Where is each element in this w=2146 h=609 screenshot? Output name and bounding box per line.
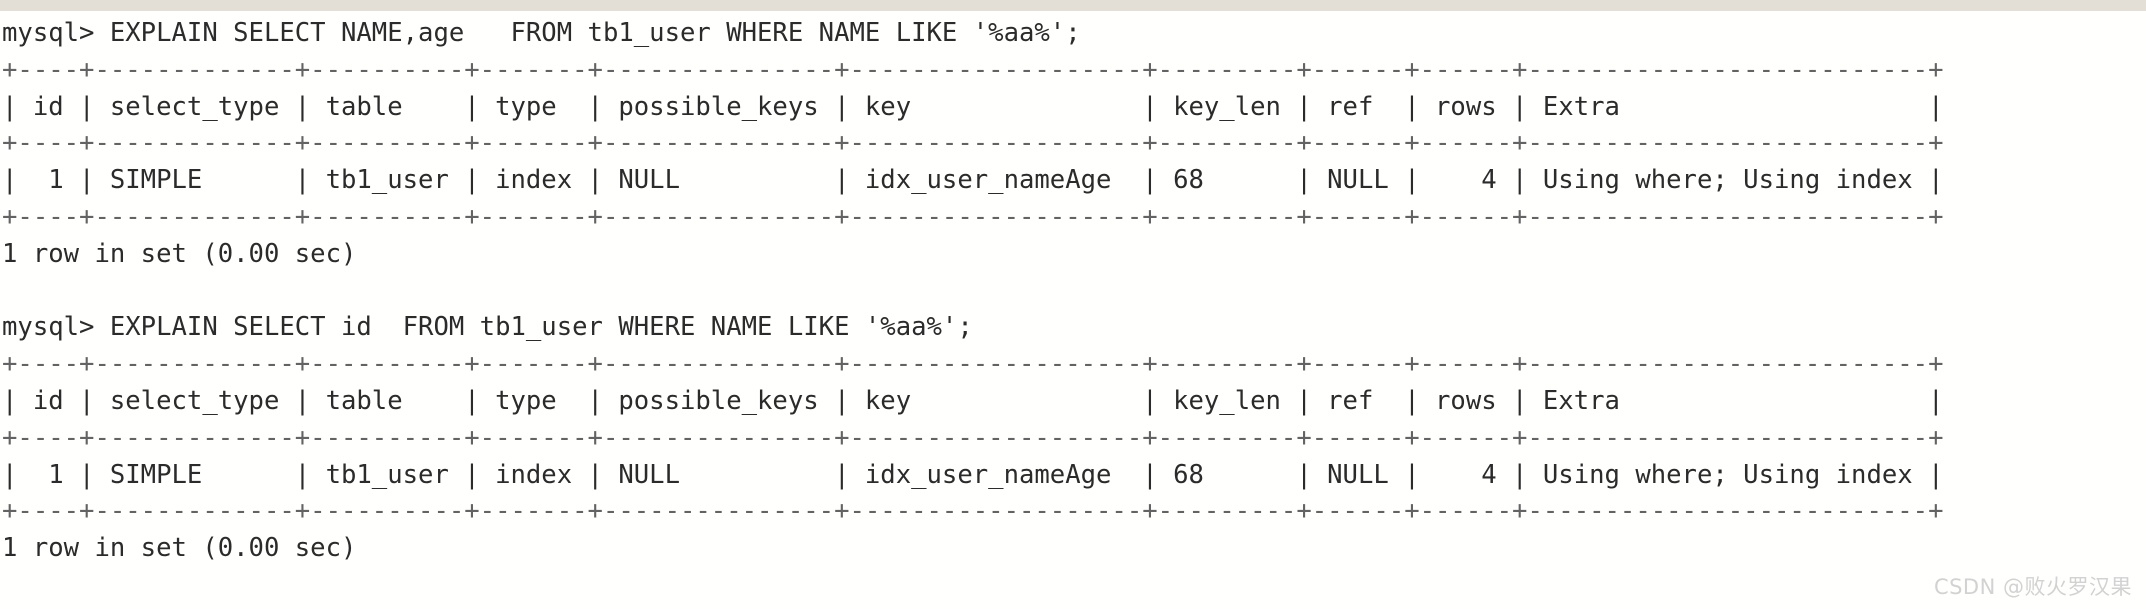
csdn-watermark: CSDN @败火罗汉果 bbox=[1933, 575, 2132, 599]
table-header-row: | id | select_type | table | type | poss… bbox=[2, 91, 1944, 122]
terminal-screenshot: mysql> EXPLAIN SELECT NAME,age FROM tb1_… bbox=[0, 0, 2146, 609]
table-bottom-rule: +----+-------------+----------+-------+-… bbox=[2, 201, 1944, 232]
command-line: mysql> EXPLAIN SELECT id FROM tb1_user W… bbox=[2, 312, 973, 343]
window-top-band bbox=[0, 0, 2146, 11]
status-line: 1 row in set (0.00 sec) bbox=[2, 238, 357, 269]
command-line: mysql> EXPLAIN SELECT NAME,age FROM tb1_… bbox=[2, 18, 1081, 48]
table-header-row: | id | select_type | table | type | poss… bbox=[2, 385, 1944, 416]
table-mid-rule: +----+-------------+----------+-------+-… bbox=[2, 422, 1944, 453]
table-bottom-rule: +----+-------------+----------+-------+-… bbox=[2, 496, 1944, 527]
terminal-output-area[interactable]: mysql> EXPLAIN SELECT NAME,age FROM tb1_… bbox=[0, 11, 2146, 609]
status-line: 1 row in set (0.00 sec) bbox=[2, 533, 357, 564]
table-row: | 1 | SIMPLE | tb1_user | index | NULL |… bbox=[2, 459, 1944, 490]
table-row: | 1 | SIMPLE | tb1_user | index | NULL |… bbox=[2, 165, 1944, 196]
table-top-rule: +----+-------------+----------+-------+-… bbox=[2, 54, 1944, 85]
table-top-rule: +----+-------------+----------+-------+-… bbox=[2, 349, 1944, 380]
table-mid-rule: +----+-------------+----------+-------+-… bbox=[2, 128, 1944, 159]
